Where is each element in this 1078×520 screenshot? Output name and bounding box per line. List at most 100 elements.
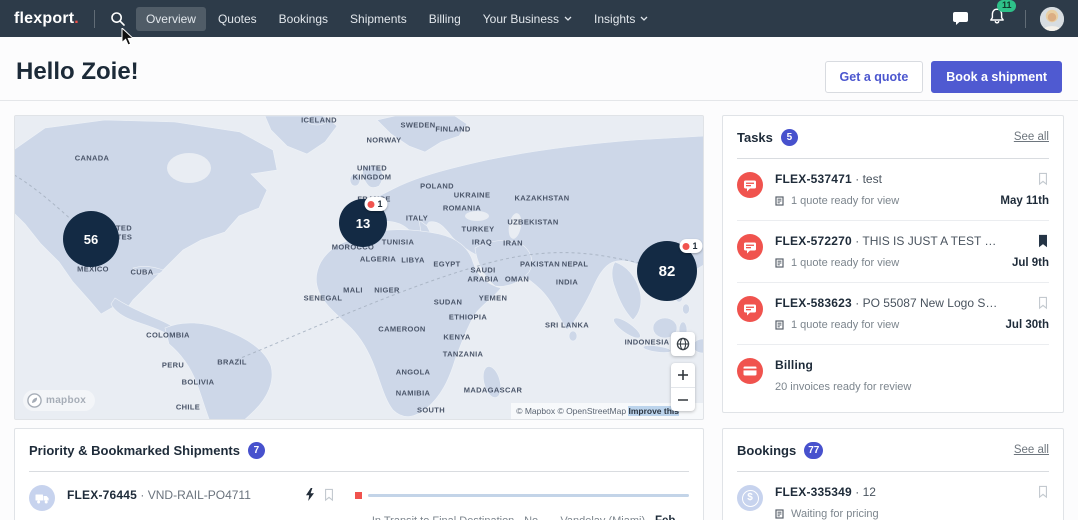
- task-ref: FLEX-537471: [775, 172, 852, 186]
- page-title: Hello Zoie!: [16, 58, 139, 86]
- quote-icon: [775, 258, 785, 268]
- tasks-panel: Tasks 5 See all FLEX-537471 · test 1 quot…: [722, 115, 1064, 413]
- task-row[interactable]: Billing 20 invoices ready for review: [737, 344, 1049, 406]
- zoom-in-button[interactable]: [671, 363, 695, 387]
- alert-dot-icon: [367, 201, 374, 208]
- flexport-dashboard: flexport. Overview Quotes Bookings Shipment…: [0, 0, 1078, 520]
- user-avatar[interactable]: [1040, 7, 1064, 31]
- alert-count: 1: [377, 199, 382, 209]
- nav-item-shipments[interactable]: Shipments: [340, 7, 417, 31]
- task-sub: 1 quote ready for view: [775, 195, 992, 207]
- booking-row[interactable]: $ FLEX-335349 · 12 Waiting for pricing: [737, 472, 1049, 520]
- nav-item-bookings[interactable]: Bookings: [269, 7, 338, 31]
- task-title: Billing: [775, 358, 1049, 372]
- separator: ·: [855, 485, 859, 499]
- bookmark-icon[interactable]: [1037, 172, 1049, 191]
- map-alert-badge[interactable]: 1: [679, 239, 702, 253]
- bookmark-icon[interactable]: [1037, 296, 1049, 315]
- bookings-panel: Bookings 77 See all $ FLEX-335349 · 12 W…: [722, 428, 1064, 520]
- progress-bar: [355, 492, 689, 499]
- shipment-meta: In Transit to Final Destination · No upd…: [355, 515, 689, 520]
- task-main: FLEX-583623 · PO 55087 New Logo Sneakers…: [775, 296, 998, 331]
- shipment-ref: FLEX-76445: [67, 488, 137, 502]
- task-sub: 1 quote ready for view: [775, 319, 998, 331]
- bookmark-icon[interactable]: [323, 488, 335, 502]
- bookmark-icon[interactable]: [1037, 234, 1049, 253]
- status-text: In Transit to Final Destination · No upd…: [372, 515, 561, 520]
- nav-item-billing[interactable]: Billing: [419, 7, 471, 31]
- bookmark-icon[interactable]: [1037, 485, 1049, 499]
- get-quote-button[interactable]: Get a quote: [825, 61, 924, 93]
- chat-icon: [737, 172, 763, 198]
- mapbox-logo[interactable]: mapbox: [23, 390, 95, 411]
- task-due-date: Jul 9th: [1012, 257, 1049, 269]
- separator: ·: [140, 488, 144, 502]
- progress-marker: [355, 492, 362, 499]
- alert-count: 1: [692, 241, 697, 251]
- booking-status: Waiting for pricing: [775, 508, 1029, 520]
- attribution-text: © Mapbox © OpenStreetMap: [516, 406, 626, 416]
- nav-item-insights[interactable]: Insights: [584, 7, 658, 31]
- task-main: FLEX-572270 · THIS IS JUST A TEST — NOT …: [775, 234, 1004, 269]
- progress-track: [368, 494, 689, 497]
- chevron-down-icon: [564, 16, 572, 21]
- header-actions: Get a quote Book a shipment: [825, 61, 1062, 93]
- page-divider: [0, 100, 1078, 101]
- mapbox-icon: [27, 393, 42, 408]
- nav-item-overview[interactable]: Overview: [136, 7, 206, 31]
- priority-bolt-icon[interactable]: [305, 488, 315, 501]
- priority-count-badge: 7: [248, 442, 265, 459]
- task-row[interactable]: FLEX-572270 · THIS IS JUST A TEST — NOT …: [737, 220, 1049, 282]
- billing-card-icon: [737, 358, 763, 384]
- nav-item-label: Quotes: [218, 12, 257, 26]
- bookings-count-badge: 77: [804, 442, 823, 459]
- map-alert-badge[interactable]: 1: [364, 197, 387, 211]
- task-ref: FLEX-583623: [775, 296, 852, 310]
- bookings-see-all-link[interactable]: See all: [1014, 444, 1049, 456]
- nav-item-your-business[interactable]: Your Business: [473, 7, 582, 31]
- task-title: FLEX-537471 · test: [775, 172, 992, 186]
- separator: ·: [852, 234, 862, 248]
- priority-header: Priority & Bookmarked Shipments 7: [29, 429, 689, 472]
- nav-item-label: Shipments: [350, 12, 407, 26]
- globe-button[interactable]: [671, 332, 695, 356]
- quote-icon: [775, 320, 785, 330]
- task-sub-text: 1 quote ready for view: [791, 195, 899, 207]
- task-sub-text: 20 invoices ready for review: [775, 381, 911, 393]
- task-title: FLEX-572270 · THIS IS JUST A TEST — NOT …: [775, 234, 1004, 248]
- tasks-count-badge: 5: [781, 129, 798, 146]
- book-shipment-button[interactable]: Book a shipment: [931, 61, 1062, 93]
- flexport-logo[interactable]: flexport.: [14, 10, 79, 28]
- shipment-destination: Vandelay (Miami) · Feb 14th: [560, 515, 689, 520]
- tasks-header: Tasks 5 See all: [737, 116, 1049, 159]
- tasks-see-all-link[interactable]: See all: [1014, 131, 1049, 143]
- nav-item-label: Your Business: [483, 12, 559, 26]
- shipment-map[interactable]: ICELANDSWEDENFINLANDNORWAYCANADAUNITED K…: [14, 115, 704, 420]
- nav-item-label: Bookings: [279, 12, 328, 26]
- quote-icon: [775, 509, 785, 519]
- priority-title: Priority & Bookmarked Shipments: [29, 443, 240, 458]
- search-icon[interactable]: [110, 11, 126, 27]
- task-ref: FLEX-572270: [775, 234, 852, 248]
- task-row[interactable]: FLEX-583623 · PO 55087 New Logo Sneakers…: [737, 282, 1049, 344]
- shipment-desc: VND-RAIL-PO4711: [148, 488, 251, 502]
- tasks-title: Tasks: [737, 130, 773, 145]
- minus-icon: [677, 394, 689, 406]
- notifications-bell[interactable]: 11: [989, 8, 1005, 30]
- chevron-down-icon: [640, 16, 648, 21]
- task-row[interactable]: FLEX-537471 · test 1 quote ready for view…: [737, 159, 1049, 220]
- task-sub-text: 1 quote ready for view: [791, 257, 899, 269]
- task-due-date: May 11th: [1000, 195, 1049, 207]
- messages-icon[interactable]: [952, 11, 969, 26]
- shipment-row[interactable]: FLEX-76445 · VND-RAIL-PO4711: [29, 472, 689, 520]
- primary-nav: Overview Quotes Bookings Shipments Billing Yo…: [136, 7, 658, 31]
- task-main: FLEX-537471 · test 1 quote ready for view: [775, 172, 992, 207]
- nav-item-quotes[interactable]: Quotes: [208, 7, 267, 31]
- shipment-status: In Transit to Final Destination · No upd…: [355, 515, 560, 520]
- priority-shipments-panel: Priority & Bookmarked Shipments 7 FLEX-7…: [14, 428, 704, 520]
- map-cluster-56[interactable]: 56: [63, 211, 119, 267]
- truck-icon: [29, 485, 55, 511]
- shipment-flags: [305, 485, 345, 520]
- booking-main: FLEX-335349 · 12 Waiting for pricing: [775, 485, 1029, 520]
- zoom-out-button[interactable]: [671, 387, 695, 411]
